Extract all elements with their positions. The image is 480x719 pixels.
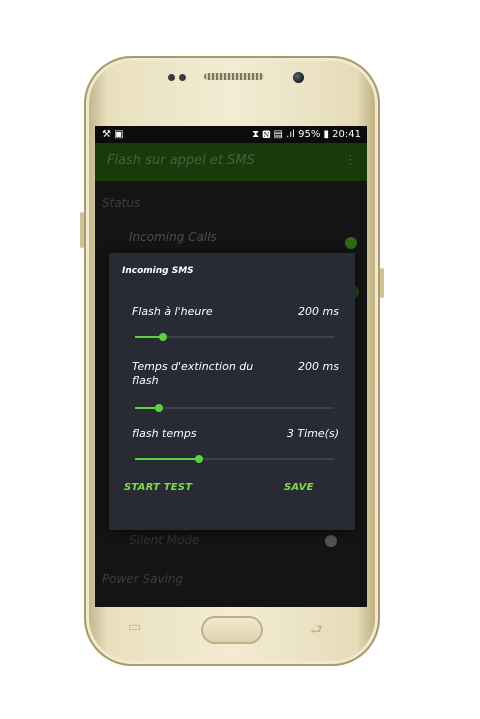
start-test-button[interactable]: START TEST	[124, 482, 192, 493]
flash-duration-slider[interactable]	[135, 333, 334, 341]
save-button[interactable]: SAVE	[284, 482, 314, 493]
status-bar: ⚒ ▣ ⧗ 🅽 ▤ .ıl 95% ▮ 20:41	[95, 126, 367, 143]
home-button[interactable]	[201, 616, 263, 644]
flash-off-time-value: 200 ms	[298, 360, 339, 373]
recents-icon[interactable]: ▭	[128, 619, 141, 635]
flash-off-time-label: Temps d'extinction du flash	[132, 360, 254, 387]
flash-count-label: flash temps	[132, 427, 197, 440]
flash-duration-label: Flash à l'heure	[132, 305, 213, 318]
slider-thumb[interactable]	[154, 404, 163, 412]
status-left-icons: ⚒ ▣	[102, 129, 124, 140]
earpiece-speaker	[204, 73, 264, 80]
sensor-dot	[179, 74, 186, 81]
power-button	[380, 268, 384, 298]
slider-thumb[interactable]	[158, 333, 167, 341]
incoming-sms-dialog: Incoming SMS Flash à l'heure 200 ms Temp…	[109, 253, 355, 530]
flash-duration-value: 200 ms	[298, 305, 339, 318]
slider-track	[135, 407, 334, 409]
screen: ⚒ ▣ ⧗ 🅽 ▤ .ıl 95% ▮ 20:41 Flash sur appe…	[95, 126, 367, 607]
flash-count-value: 3 Time(s)	[286, 427, 339, 440]
back-icon[interactable]: ⮐	[310, 619, 323, 643]
flash-off-time-slider[interactable]	[135, 404, 334, 412]
front-camera	[293, 72, 304, 83]
volume-button	[80, 212, 84, 248]
slider-thumb[interactable]	[194, 455, 203, 463]
flash-count-slider[interactable]	[135, 455, 334, 463]
status-right-info: ⧗ 🅽 ▤ .ıl 95% ▮ 20:41	[252, 129, 361, 140]
sensor-dot	[168, 74, 175, 81]
dialog-title: Incoming SMS	[122, 266, 194, 276]
slider-fill	[135, 458, 199, 460]
